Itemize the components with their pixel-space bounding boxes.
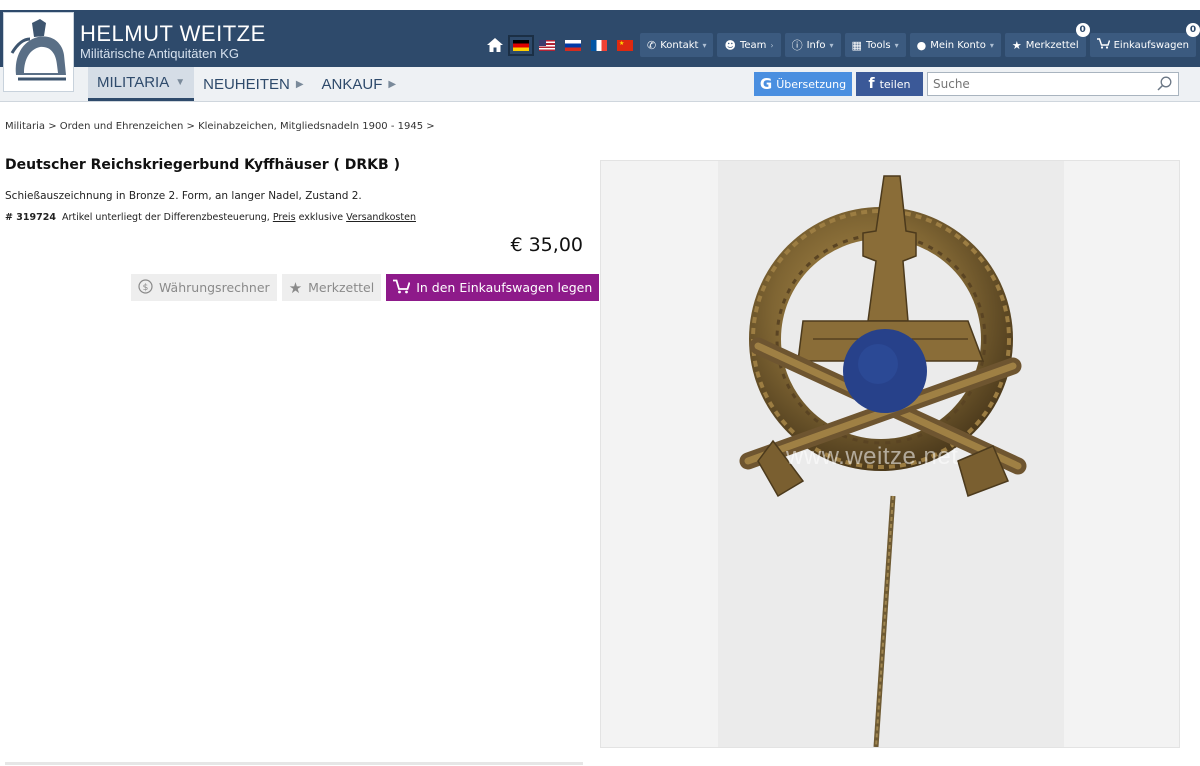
facebook-share-button[interactable]: f teilen	[856, 72, 923, 96]
menu-item-ankauf[interactable]: ANKAUF ▶	[313, 67, 406, 101]
currency-converter-button[interactable]: $ Währungsrechner	[131, 274, 277, 301]
star-icon: ★	[288, 278, 303, 297]
add-to-cart-button[interactable]: In den Einkaufswagen legen	[386, 274, 600, 301]
flag-russia-icon[interactable]	[562, 34, 584, 56]
image-watermark: www.weitze.net	[786, 443, 959, 470]
chevron-down-icon: ▾	[989, 40, 994, 50]
caret-right-icon: ▶	[388, 78, 397, 90]
cart-icon	[1096, 38, 1110, 52]
caret-right-icon: ▶	[295, 78, 304, 90]
exclusive-text: exklusive	[298, 212, 344, 223]
menu-item-label: ANKAUF	[321, 75, 383, 93]
dollar-circle-icon: $	[138, 278, 153, 297]
flag-france-icon[interactable]	[588, 34, 610, 56]
menu-item-neuheiten[interactable]: NEUHEITEN ▶	[194, 67, 312, 101]
product-price: € 35,00	[510, 234, 583, 256]
product-image-panel[interactable]: www.weitze.net	[600, 160, 1180, 748]
translate-label: Übersetzung	[776, 77, 847, 91]
add-to-wishlist-button[interactable]: ★ Merkzettel	[281, 274, 382, 301]
google-icon: G	[759, 75, 773, 93]
cart-button[interactable]: Einkaufswagen 0	[1089, 23, 1200, 57]
flag-china-icon[interactable]: ★	[614, 34, 636, 56]
user-icon: ●	[916, 38, 927, 52]
brand-subtitle: Militärische Antiquitäten KG	[80, 46, 239, 61]
search-input[interactable]	[928, 76, 1155, 92]
merkzettel-label: Merkzettel	[1025, 39, 1079, 51]
info-button[interactable]: ⓘ Info ▾	[784, 33, 841, 57]
content-divider	[5, 762, 583, 765]
item-number: # 319724	[5, 212, 56, 223]
brand-name: HELMUT WEITZE	[80, 21, 266, 46]
flag-us-icon[interactable]	[536, 34, 558, 56]
chevron-down-icon: ▾	[894, 40, 899, 50]
kontakt-button[interactable]: ✆ Kontakt ▾	[639, 33, 714, 57]
shipping-costs-link[interactable]: Versandkosten	[346, 212, 416, 223]
facebook-icon: f	[868, 76, 875, 92]
flag-german-icon[interactable]	[507, 34, 534, 56]
search-box	[927, 72, 1179, 96]
chevron-down-icon: ▾	[702, 40, 707, 50]
chevron-down-icon: ▾	[829, 40, 834, 50]
logo[interactable]	[3, 12, 74, 92]
chevron-right-icon: ›	[770, 40, 774, 50]
cart-label: Einkaufswagen	[1113, 39, 1189, 51]
calculator-icon: ▦	[851, 38, 862, 52]
product-meta: # 319724 Artikel unterliegt der Differen…	[5, 212, 416, 223]
logo-helmet-icon	[10, 19, 67, 81]
top-strip	[0, 0, 1200, 10]
menu-item-label: NEUHEITEN	[203, 75, 290, 93]
person-icon: ☻	[724, 38, 736, 52]
site-header: HELMUT WEITZE Militärische Antiquitäten …	[0, 10, 1200, 67]
tax-note: Artikel unterliegt der Differenzbesteuer…	[61, 212, 270, 223]
menu-item-label: MILITARIA	[97, 74, 170, 91]
currency-converter-label: Währungsrechner	[159, 280, 270, 295]
info-label: Info	[806, 39, 826, 51]
main-menu: MILITARIA ▼ NEUHEITEN ▶ ANKAUF ▶	[88, 67, 405, 101]
price-info-link[interactable]: Preis	[273, 212, 296, 223]
phone-icon: ✆	[646, 38, 657, 52]
cart-count-badge: 0	[1186, 23, 1200, 37]
team-button[interactable]: ☻ Team ›	[717, 33, 781, 57]
caret-down-icon: ▼	[175, 77, 186, 88]
translate-button[interactable]: G Übersetzung	[754, 72, 852, 96]
info-icon: ⓘ	[791, 39, 803, 52]
menu-item-militaria[interactable]: MILITARIA ▼	[88, 67, 195, 101]
home-icon[interactable]	[484, 34, 506, 56]
wishlist-label: Merkzettel	[308, 280, 375, 295]
share-label: teilen	[879, 77, 911, 91]
svg-text:$: $	[143, 283, 149, 293]
merkzettel-count-badge: 0	[1075, 23, 1090, 37]
tools-label: Tools	[865, 39, 891, 51]
brand[interactable]: HELMUT WEITZE Militärische Antiquitäten …	[80, 22, 266, 62]
product-actions: $ Währungsrechner ★ Merkzettel In den Ei…	[131, 274, 600, 301]
product-description: Schießauszeichnung in Bronze 2. Form, an…	[5, 190, 362, 202]
breadcrumb[interactable]: Militaria > Orden und Ehrenzeichen > Kle…	[5, 121, 435, 132]
add-to-cart-label: In den Einkaufswagen legen	[416, 280, 593, 295]
product-title: Deutscher Reichskriegerbund Kyffhäuser (…	[5, 157, 400, 173]
star-icon: ★	[1011, 38, 1022, 52]
top-navigation: ★ ✆ Kontakt ▾ ☻ Team › ⓘ Info ▾ ▦ Tools …	[484, 23, 1200, 58]
tools-button[interactable]: ▦ Tools ▾	[844, 33, 906, 57]
merkzettel-button[interactable]: ★ Merkzettel 0	[1004, 23, 1090, 57]
account-button[interactable]: ● Mein Konto ▾	[909, 33, 1001, 57]
account-label: Mein Konto	[930, 39, 986, 51]
team-label: Team	[739, 39, 767, 51]
cart-icon	[393, 279, 411, 297]
kontakt-label: Kontakt	[660, 39, 699, 51]
search-icon[interactable]	[1157, 76, 1172, 95]
